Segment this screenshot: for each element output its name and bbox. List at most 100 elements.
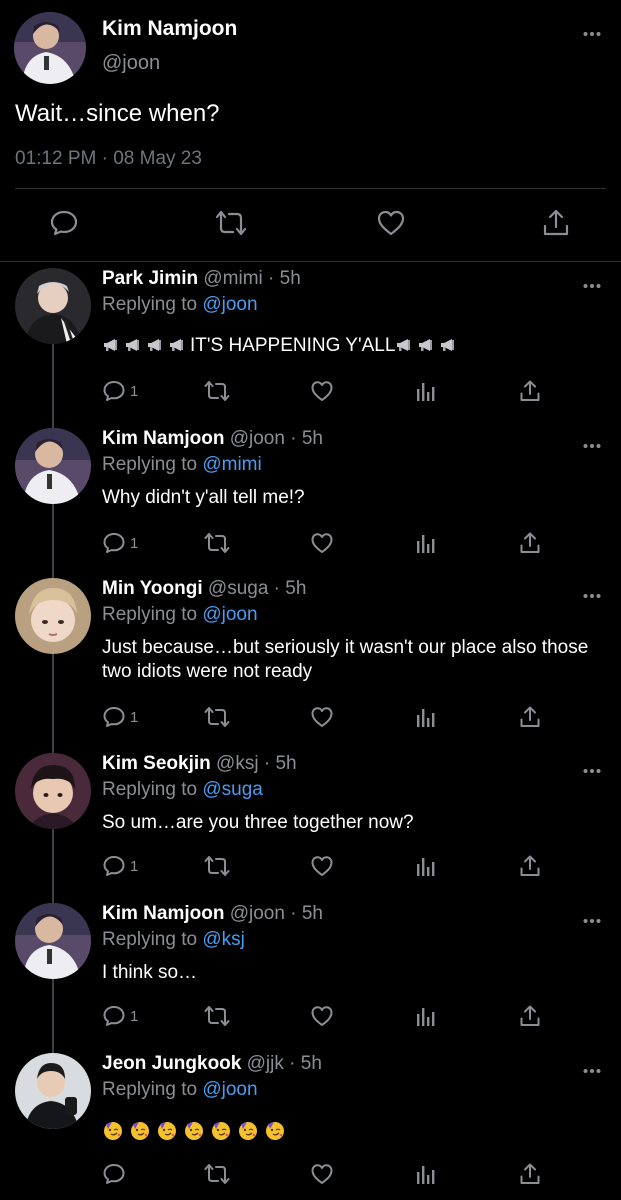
more-options-icon[interactable]: [583, 911, 601, 929]
reply-tweet[interactable]: Park Jimin @mimi · 5h Replying to @joon IT…: [0, 268, 621, 418]
reply-body: So um…are you three together now?: [102, 811, 602, 835]
author-name[interactable]: Min Yoongi: [102, 578, 203, 599]
replying-label: Replying to: [102, 604, 203, 625]
stats-icon[interactable]: [415, 1161, 437, 1187]
avatar[interactable]: [14, 12, 86, 84]
reply-button[interactable]: 1: [102, 1003, 138, 1029]
reply-icon: [102, 379, 126, 403]
reply-button[interactable]: 1: [102, 530, 138, 556]
author-handle[interactable]: @suga: [208, 578, 269, 599]
share-icon[interactable]: [518, 530, 542, 556]
retweet-icon[interactable]: [204, 530, 230, 556]
reply-actions: 1: [0, 704, 621, 734]
replying-label: Replying to: [102, 454, 203, 475]
divider: [0, 261, 621, 262]
retweet-icon[interactable]: [215, 208, 247, 240]
share-icon[interactable]: [518, 1003, 542, 1029]
reply-tweet[interactable]: Jeon Jungkook @jjk · 5h Replying to @joon: [0, 1053, 621, 1200]
megaphone-icon: [104, 339, 117, 351]
reply-count: 1: [130, 534, 139, 552]
author-handle[interactable]: @mimi: [203, 268, 262, 289]
share-icon[interactable]: [541, 208, 573, 240]
author-name[interactable]: Kim Namjoon: [102, 428, 224, 449]
reply-tweet[interactable]: Kim Seokjin @ksj · 5h Replying to @suga So…: [0, 753, 621, 903]
avatar[interactable]: [15, 753, 91, 829]
reply-icon: [102, 854, 126, 878]
author-handle[interactable]: @ksj: [216, 753, 259, 774]
like-icon[interactable]: [310, 1003, 334, 1029]
reply-icon[interactable]: [49, 208, 81, 240]
stats-icon[interactable]: [415, 378, 437, 404]
stats-icon[interactable]: [415, 853, 437, 879]
reply-button[interactable]: [102, 1161, 126, 1187]
stats-icon[interactable]: [415, 704, 437, 730]
author-name[interactable]: Kim Namjoon: [102, 17, 237, 41]
reply-button[interactable]: 1: [102, 704, 138, 730]
author-name[interactable]: Park Jimin: [102, 268, 198, 289]
author-handle[interactable]: @joon: [230, 428, 285, 449]
mention-link[interactable]: @joon: [202, 604, 257, 625]
avatar[interactable]: [15, 428, 91, 504]
like-icon[interactable]: [310, 378, 334, 404]
retweet-icon[interactable]: [204, 378, 230, 404]
share-icon[interactable]: [518, 1161, 542, 1187]
tweet-timestamp: 01:12 PM · 08 May 23: [15, 148, 202, 169]
stats-icon[interactable]: [415, 1003, 437, 1029]
mention-link[interactable]: @suga: [202, 779, 263, 800]
share-icon[interactable]: [518, 378, 542, 404]
like-icon[interactable]: [310, 704, 334, 730]
retweet-icon[interactable]: [204, 853, 230, 879]
mention-link[interactable]: @mimi: [202, 454, 261, 475]
more-options-icon[interactable]: [583, 24, 601, 42]
reply-header: Park Jimin @mimi · 5h: [102, 268, 301, 290]
reply-time: 5h: [301, 428, 323, 449]
avatar[interactable]: [15, 268, 91, 344]
reply-tweet[interactable]: Kim Namjoon @joon · 5h Replying to @mimi W…: [0, 428, 621, 578]
avatar[interactable]: [15, 578, 91, 654]
avatar[interactable]: [15, 1053, 91, 1129]
author-name[interactable]: Kim Seokjin: [102, 753, 211, 774]
author-handle[interactable]: @joon: [102, 52, 160, 75]
more-options-icon[interactable]: [583, 1061, 601, 1079]
share-icon[interactable]: [518, 704, 542, 730]
reply-button[interactable]: 1: [102, 853, 138, 879]
reply-tweet[interactable]: Kim Namjoon @joon · 5h Replying to @ksj I …: [0, 903, 621, 1053]
reply-header: Kim Namjoon @joon · 5h: [102, 428, 323, 450]
partying-face-icon: [185, 1122, 203, 1140]
reply-actions: [0, 1161, 621, 1191]
author-name[interactable]: Kim Namjoon: [102, 903, 224, 924]
reply-body: Just because…but seriously it wasn't our…: [102, 636, 602, 684]
reply-count: 1: [130, 1007, 139, 1025]
stats-icon[interactable]: [415, 530, 437, 556]
separator: ·: [268, 578, 286, 599]
retweet-icon[interactable]: [204, 1003, 230, 1029]
mention-link[interactable]: @joon: [202, 1079, 257, 1100]
reply-header: Kim Seokjin @ksj · 5h: [102, 753, 297, 775]
more-options-icon[interactable]: [583, 586, 601, 604]
megaphone-icon: [170, 339, 183, 351]
like-icon[interactable]: [310, 853, 334, 879]
retweet-icon[interactable]: [204, 704, 230, 730]
share-icon[interactable]: [518, 853, 542, 879]
like-icon[interactable]: [310, 530, 334, 556]
more-options-icon[interactable]: [583, 761, 601, 779]
like-icon[interactable]: [376, 208, 408, 240]
reply-tweet[interactable]: Min Yoongi @suga · 5h Replying to @joon Ju…: [0, 578, 621, 728]
reply-text: I think so…: [102, 962, 198, 983]
author-handle[interactable]: @jjk: [247, 1053, 284, 1074]
tweet-actions: [0, 208, 621, 244]
author-name[interactable]: Jeon Jungkook: [102, 1053, 241, 1074]
retweet-icon[interactable]: [204, 1161, 230, 1187]
mention-link[interactable]: @ksj: [202, 929, 245, 950]
like-icon[interactable]: [310, 1161, 334, 1187]
reply-actions: 1: [0, 853, 621, 883]
more-options-icon[interactable]: [583, 436, 601, 454]
reply-button[interactable]: 1: [102, 378, 138, 404]
megaphone-icon: [419, 339, 433, 351]
avatar[interactable]: [15, 903, 91, 979]
mention-link[interactable]: @joon: [202, 294, 257, 315]
partying-face-icon: [158, 1122, 176, 1140]
author-handle[interactable]: @joon: [230, 903, 285, 924]
reply-time: 5h: [275, 753, 297, 774]
more-options-icon[interactable]: [583, 276, 601, 294]
